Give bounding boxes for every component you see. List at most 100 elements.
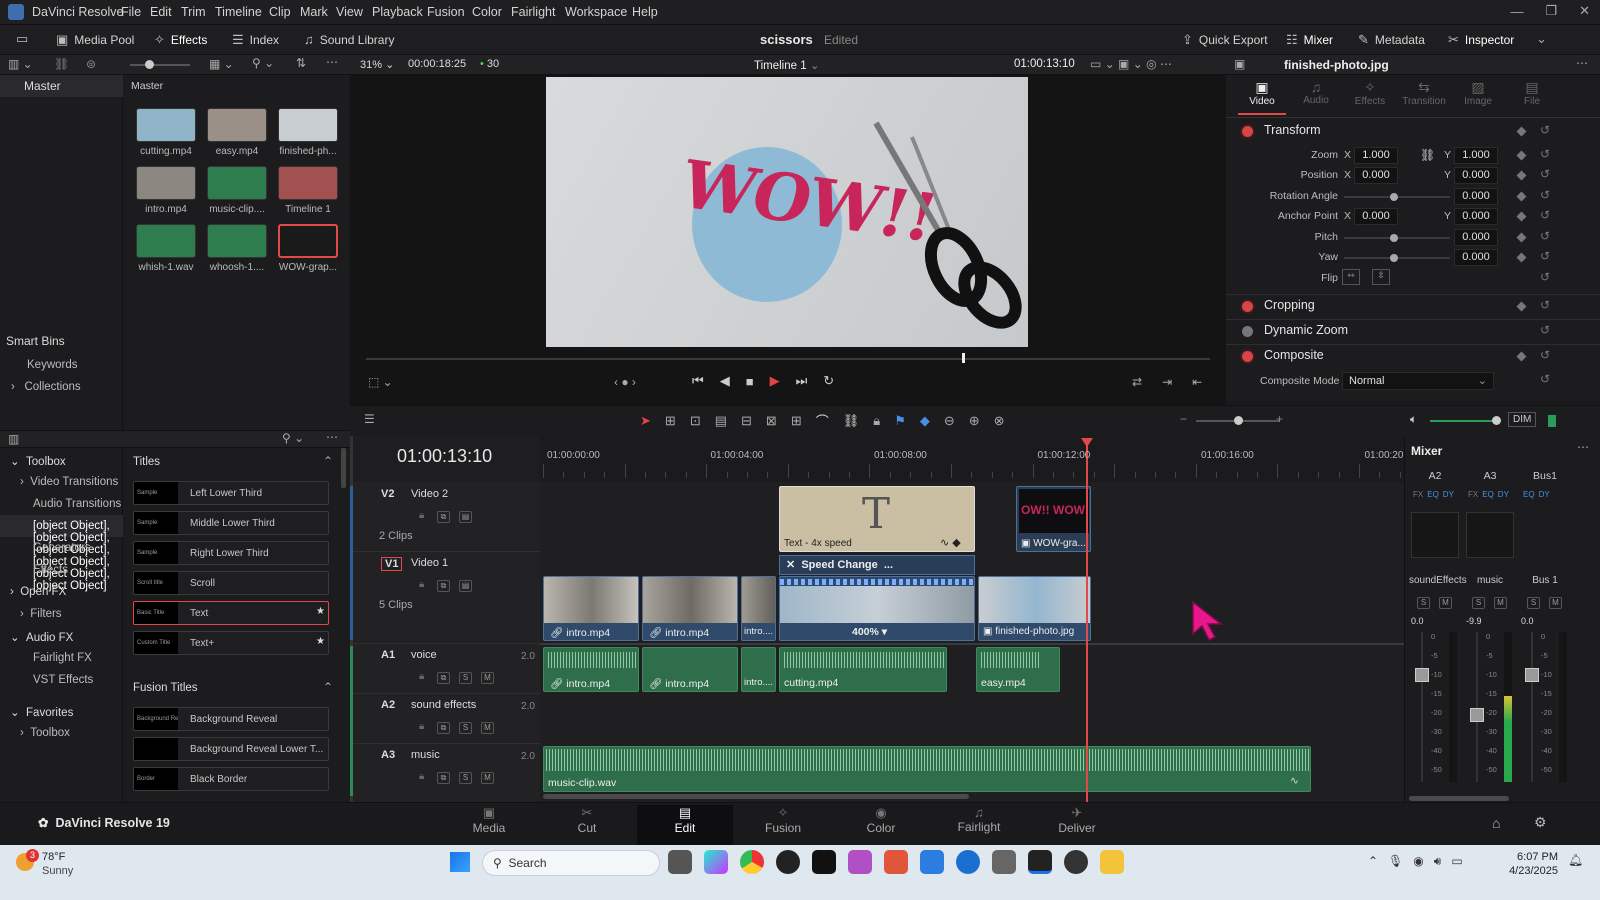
clip-intro-3[interactable]: intro....: [741, 576, 776, 641]
inspector-tab-effects[interactable]: ✧ Effects: [1346, 79, 1394, 107]
inspector-tab-image[interactable]: ▨ Image: [1454, 79, 1502, 107]
inspector-yaw-value[interactable]: 0.000: [1454, 249, 1498, 266]
go-to-start-icon[interactable]: ⏮: [692, 373, 704, 389]
menu-file[interactable]: File: [121, 5, 141, 19]
collapse-fusion-icon[interactable]: ⌃: [323, 680, 333, 694]
davinci-taskbar-icon[interactable]: [1028, 850, 1052, 874]
zoom-out-icon[interactable]: −: [1180, 412, 1187, 426]
reset-icon[interactable]: ↺: [1540, 348, 1550, 362]
inspector-rotation-value[interactable]: 0.000: [1454, 188, 1498, 205]
auto-select-icon[interactable]: ⧉: [437, 580, 450, 592]
bin-master[interactable]: [0, 75, 123, 97]
media-clip-thumbnail[interactable]: [136, 166, 196, 200]
mute-button[interactable]: M: [481, 772, 494, 784]
viewer-scrubber[interactable]: [366, 358, 1210, 360]
mixer-fx-eq-dy[interactable]: FX EQ DY: [1468, 490, 1509, 499]
title-item[interactable]: Sample Middle Lower Third: [133, 511, 329, 535]
clip-intro-2[interactable]: 🔗︎ intro.mp4: [642, 576, 738, 641]
audio-curve-icon[interactable]: ∿: [1290, 775, 1299, 787]
audio-music-clip[interactable]: music-clip.wav ∿: [543, 746, 1311, 792]
media-clip-thumbnail[interactable]: [278, 108, 338, 142]
clip-text-4x-speed[interactable]: T Text - 4x speed ∿ ◆: [779, 486, 975, 552]
next-edit-icon[interactable]: ⇥: [1162, 375, 1172, 389]
reset-icon[interactable]: ↺: [1540, 372, 1550, 386]
blade-tool-icon[interactable]: ▤: [715, 413, 727, 429]
more-options-icon[interactable]: ⋯: [326, 55, 338, 69]
effects-scrollbar[interactable]: [341, 448, 346, 488]
inspector-position-x[interactable]: 0.000: [1354, 167, 1398, 184]
keyframe-diamond-icon[interactable]: [1516, 252, 1527, 263]
auto-select-icon[interactable]: ⧉: [437, 672, 450, 684]
track-id-a2[interactable]: A2: [381, 699, 395, 711]
settings-gear-icon[interactable]: ⚙: [1534, 814, 1547, 831]
timeline-zoom-handle[interactable]: [1234, 416, 1243, 425]
solo-button[interactable]: S: [459, 672, 472, 684]
thumb-size-handle[interactable]: [145, 60, 154, 69]
inspector-tab-audio[interactable]: ♫ Audio: [1292, 79, 1340, 106]
taskbar-search[interactable]: ⚲ Search: [482, 850, 660, 876]
fusion-title-item[interactable]: Background Reveal Background Reveal: [133, 707, 329, 731]
favorites-toolbox-item[interactable]: › Toolbox: [20, 727, 70, 739]
menu-mark[interactable]: Mark: [300, 5, 328, 19]
speed-change-bar[interactable]: ✕ Speed Change ...: [779, 555, 975, 575]
dynamic-zoom-toggle[interactable]: [1242, 326, 1253, 337]
fader-handle[interactable]: [1470, 708, 1484, 722]
clip-speed-400[interactable]: 400% ▾: [779, 576, 975, 641]
reset-icon[interactable]: ↺: [1540, 229, 1550, 243]
track-id-v2[interactable]: V2: [381, 488, 394, 500]
track-id-v1[interactable]: V1: [381, 557, 403, 571]
trim-tool-icon[interactable]: ⊞: [665, 413, 676, 429]
viewer-crop-icon[interactable]: ⬚ ⌄: [368, 375, 393, 389]
notifications-icon[interactable]: 🔔︎: [1568, 853, 1583, 867]
favorite-star-icon[interactable]: ★: [316, 606, 325, 617]
menu-fusion[interactable]: Fusion: [427, 5, 465, 19]
maximize-icon[interactable]: ❐: [1545, 3, 1557, 19]
mixer-fx-eq-dy[interactable]: EQ DY: [1523, 490, 1550, 499]
title-item[interactable]: Sample Right Lower Third: [133, 541, 329, 565]
copilot-icon[interactable]: [704, 850, 728, 874]
menu-color[interactable]: Color: [472, 5, 502, 19]
composite-section[interactable]: Composite: [1264, 348, 1324, 362]
inspector-more-icon[interactable]: ⋯: [1576, 56, 1588, 70]
vst-effects-item[interactable]: VST Effects: [33, 674, 93, 686]
clip-intro-1[interactable]: 🔗︎ intro.mp4: [543, 576, 639, 641]
slider-handle[interactable]: [1390, 193, 1398, 201]
slider-handle[interactable]: [1390, 254, 1398, 262]
clip-finished-photo[interactable]: ▣ finished-photo.jpg: [978, 576, 1091, 641]
volume-slider[interactable]: [1430, 420, 1496, 422]
app-plane-icon[interactable]: [992, 850, 1016, 874]
tag-icon[interactable]: ⊜: [86, 57, 96, 71]
mute-button[interactable]: M: [481, 672, 494, 684]
play-reverse-icon[interactable]: ◀: [720, 373, 730, 389]
clip-wow-graphic[interactable]: OW!! WOW ▣ WOW-gra...: [1016, 486, 1091, 552]
speed-percentage[interactable]: 400% ▾: [852, 626, 887, 638]
mute-button[interactable]: M: [481, 722, 494, 734]
flip-horizontal-icon[interactable]: ⇿: [1342, 269, 1360, 285]
menu-help[interactable]: Help: [632, 5, 658, 19]
viewer-playhead[interactable]: [962, 353, 965, 363]
zoom-custom-icon[interactable]: ⊗: [994, 413, 1005, 429]
minimize-icon[interactable]: —: [1510, 4, 1523, 19]
effects-item[interactable]: Effects: [33, 564, 68, 576]
keyframe-curve-icon[interactable]: ∿ ◆: [940, 536, 961, 549]
keyframe-diamond-icon[interactable]: [1516, 150, 1527, 161]
track-enable-icon[interactable]: ▤: [459, 580, 472, 592]
audio-intro-2[interactable]: 🔗︎ intro.mp4: [642, 647, 738, 692]
track-lock-icon[interactable]: 🔒︎: [419, 771, 424, 782]
timeline-view-options-icon[interactable]: ☰: [364, 412, 375, 426]
sound-library-button[interactable]: ♫ Sound Library: [304, 32, 394, 47]
sort-icon[interactable]: ⇅: [296, 56, 306, 70]
link-xy-icon[interactable]: ⛓: [1420, 148, 1435, 162]
mixer-mute-button[interactable]: M: [1439, 597, 1452, 609]
link-icon[interactable]: ⛓: [54, 57, 69, 71]
timeline-ruler[interactable]: [540, 436, 1406, 482]
cropping-enable-toggle[interactable]: [1242, 301, 1253, 312]
audio-fx-group[interactable]: ⌄ Audio FX: [10, 630, 73, 644]
auto-select-icon[interactable]: ⧉: [437, 511, 450, 523]
index-button[interactable]: ☰ Index: [232, 32, 279, 48]
mixer-solo-button[interactable]: S: [1417, 597, 1430, 609]
keyframe-diamond-icon[interactable]: [1516, 211, 1527, 222]
collapse-icon[interactable]: ⌃: [323, 454, 333, 468]
transform-section[interactable]: Transform: [1264, 123, 1321, 137]
menu-workspace[interactable]: Workspace: [565, 5, 627, 19]
